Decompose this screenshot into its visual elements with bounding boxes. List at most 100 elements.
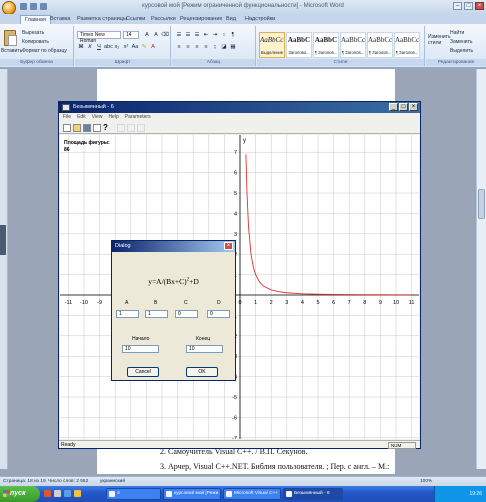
browser-icon[interactable] [44,490,51,497]
format-painter-button[interactable]: Формат по образцу [22,48,67,54]
grow-font-icon[interactable]: A [143,31,151,39]
start-input[interactable]: 10 [122,345,159,353]
taskbar-button-visual-cpp[interactable]: Microsoft Visual C++ [223,488,281,500]
find-button[interactable]: Найти [450,30,464,36]
tab-addins[interactable]: Надстройки [245,15,275,24]
style-heading[interactable]: AaBbCcI ¶ Заголов... [394,32,420,58]
scrollbar-thumb[interactable] [478,189,485,219]
cut-button[interactable]: Вырезать [22,30,44,36]
style-heading[interactable]: AaBbCcI ¶ Заголов... [367,32,393,58]
help-icon[interactable]: ? [103,124,111,132]
paste-button[interactable]: Вставить [1,48,22,54]
y-tick-label: 5 [234,191,237,197]
select-button[interactable]: Выделить [450,48,473,54]
menu-file[interactable]: File [63,113,71,122]
save-icon[interactable] [83,124,91,132]
taskbar-button-folder[interactable]: 3 [106,488,161,500]
close-icon[interactable]: × [224,242,233,250]
open-folder-icon[interactable] [73,124,81,132]
bullets-icon[interactable]: ☰ [175,31,183,39]
font-name-select[interactable]: Times New Roman [77,31,121,44]
param-a-input[interactable]: 1 [116,310,139,318]
change-styles-button[interactable]: Изменить стили [428,34,451,46]
param-c-input[interactable]: 0 [175,310,198,318]
menu-view[interactable]: View [92,113,103,122]
page-count[interactable]: Страница: 18 из 19 [3,477,46,486]
taskbar-button-app[interactable]: Безымянный - 6 [283,488,343,500]
ok-button[interactable]: OK [186,367,218,377]
strikethrough-icon[interactable]: abc [104,43,113,51]
font-size-buttons: A A ⌫ [143,31,169,39]
clear-format-icon[interactable]: ⌫ [161,31,169,39]
line-spacing-icon[interactable]: ↨ [211,43,219,51]
start-button[interactable]: пуск [0,486,40,502]
taskbar-button-word[interactable]: курсовой мой [Режи... [163,488,221,500]
cancel-button[interactable]: Cancel [127,367,159,377]
tab-home[interactable]: Главная [20,15,51,24]
vertical-scrollbar[interactable] [476,69,486,469]
align-right-icon[interactable]: ≡ [193,43,201,51]
app-window-title: Безымянный - 6 [73,104,114,110]
align-left-icon[interactable]: ≡ [175,43,183,51]
param-b-input[interactable]: 1 [145,310,168,318]
shrink-font-icon[interactable]: A [152,31,160,39]
font-color-icon[interactable]: A [149,43,157,51]
minimize-icon[interactable]: _ [389,103,398,111]
bold-icon[interactable]: Ж [77,43,85,51]
maximize-icon[interactable]: □ [399,103,408,111]
menu-parameters[interactable]: Parameters [125,113,151,122]
sort-icon[interactable]: ↕ [220,31,228,39]
replace-button[interactable]: Заменить [450,39,472,45]
font-size-select[interactable]: 14 [123,31,139,39]
tab-page-layout[interactable]: Разметка страницы [77,15,127,24]
area-value: 86 [64,147,70,153]
menu-help[interactable]: Help [108,113,118,122]
maximize-icon[interactable]: □ [464,2,473,10]
quick-launch-icon[interactable] [64,490,71,497]
borders-icon[interactable]: ▦ [229,43,237,51]
language-indicator[interactable]: украинский [100,477,125,486]
app-title-bar: Безымянный - 6 _ □ × [59,102,420,113]
x-tick-label: 3 [285,300,288,306]
decrease-indent-icon[interactable]: ⇤ [202,31,210,39]
word-count[interactable]: Число слов: 2 552 [48,477,88,486]
x-tick-label: 9 [379,300,382,306]
print-icon[interactable] [93,124,101,132]
tab-insert[interactable]: Вставка [50,15,70,24]
justify-icon[interactable]: ≡ [202,43,210,51]
menu-edit[interactable]: Edit [77,113,86,122]
dialog-title: Dialog [115,243,131,249]
close-icon[interactable]: × [475,2,484,10]
copy-button[interactable]: Копировать [22,39,49,45]
subscript-icon[interactable]: x₂ [113,43,121,51]
italic-icon[interactable]: К [86,43,94,51]
quick-launch-icon[interactable] [54,490,61,497]
end-input[interactable]: 10 [186,345,223,353]
tab-review[interactable]: Рецензирование [180,15,222,24]
pilcrow-icon[interactable]: ¶ [229,31,237,39]
minimize-icon[interactable]: – [453,2,462,10]
style-emphasis[interactable]: AaBbCcI Выделение [259,32,285,58]
underline-icon[interactable]: Ч [95,43,103,51]
quick-launch-icon[interactable] [74,490,81,497]
style-heading[interactable]: AaBbCcI ¶ Заголов... [340,32,366,58]
numbering-icon[interactable]: ☰ [184,31,192,39]
align-center-icon[interactable]: ≡ [184,43,192,51]
tab-view[interactable]: Вид [226,15,236,24]
style-heading[interactable]: AaBbC Заголово... [286,32,312,58]
change-case-icon[interactable]: Aa [131,43,139,51]
style-heading[interactable]: AaBbC ¶ Заголов... [313,32,339,58]
style-name: Заголово... [288,50,310,55]
tab-references[interactable]: Ссылки [126,15,145,24]
multilevel-icon[interactable]: ☰ [193,31,201,39]
param-d-input[interactable]: 0 [207,310,230,318]
shading-icon[interactable]: ◪ [220,43,228,51]
paste-icon[interactable] [4,30,17,46]
superscript-icon[interactable]: x² [122,43,130,51]
zoom-level[interactable]: 100% [420,477,432,486]
tab-mailings[interactable]: Рассылки [151,15,176,24]
close-icon[interactable]: × [409,103,418,111]
highlight-icon[interactable]: ✎ [140,43,148,51]
increase-indent-icon[interactable]: ⇥ [211,31,219,39]
new-file-icon[interactable] [63,124,71,132]
